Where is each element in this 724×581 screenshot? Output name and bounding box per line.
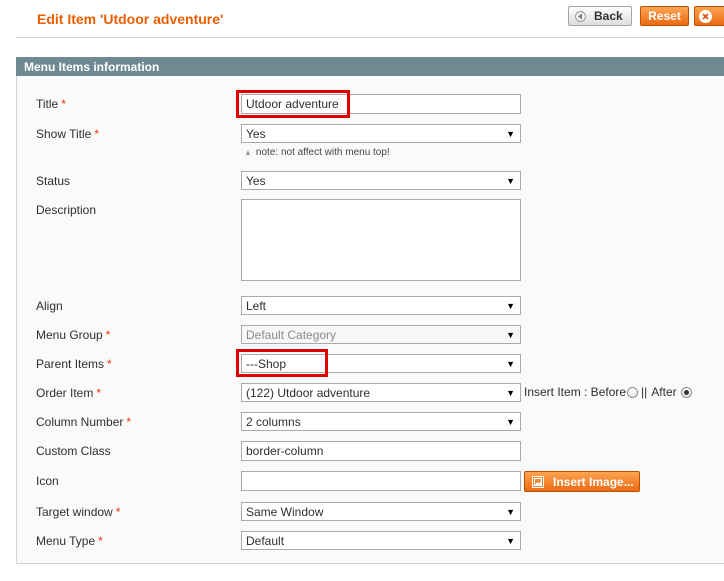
radio-selected-dot [683, 389, 689, 395]
insert-before-label: Insert Item : Before [524, 385, 627, 399]
dropdown-arrow-icon: ▼ [506, 387, 515, 398]
insert-item-position: Insert Item : Before || After [524, 385, 695, 399]
parent-items-label: Parent Items * [36, 357, 112, 371]
menu-group-select[interactable]: Default Category ▼ [241, 325, 521, 344]
insert-image-label: Insert Image... [553, 474, 634, 489]
required-mark: * [107, 357, 112, 371]
image-icon [532, 475, 544, 488]
order-item-value: (122) Utdoor adventure [246, 385, 371, 400]
description-textarea[interactable] [241, 199, 521, 281]
parent-items-select[interactable]: ---Shop ▼ [241, 354, 521, 373]
target-window-value: Same Window [246, 504, 324, 519]
insert-before-radio[interactable] [627, 386, 639, 398]
back-button[interactable]: Back [568, 6, 632, 26]
back-button-label: Back [594, 9, 623, 23]
menu-group-value: Default Category [246, 327, 337, 342]
back-arrow-icon [575, 10, 586, 22]
dropdown-arrow-icon: ▼ [506, 535, 515, 546]
dropdown-arrow-icon: ▼ [506, 300, 515, 311]
insert-after-radio[interactable] [680, 386, 692, 398]
required-mark: * [115, 505, 121, 519]
column-number-select[interactable]: 2 columns ▼ [241, 412, 521, 431]
delete-x-icon [699, 9, 712, 23]
icon-label: Icon [36, 474, 59, 488]
status-value: Yes [246, 173, 266, 188]
order-item-label: Order Item * [36, 386, 102, 400]
status-label: Status [36, 174, 71, 188]
required-mark: * [96, 386, 102, 400]
menu-type-select[interactable]: Default ▼ [241, 531, 521, 550]
required-mark: * [94, 127, 100, 141]
show-title-label: Show Title * [36, 127, 100, 141]
required-mark: * [126, 415, 132, 429]
target-window-label: Target window * [36, 505, 121, 519]
dropdown-arrow-icon: ▼ [506, 175, 515, 186]
align-value: Left [246, 298, 267, 313]
insert-separator: || [641, 385, 648, 399]
title-input[interactable]: Utdoor adventure [241, 94, 521, 114]
header-divider [16, 37, 724, 38]
dropdown-arrow-icon: ▼ [506, 128, 515, 139]
show-title-value: Yes [246, 126, 266, 141]
required-mark: * [98, 534, 103, 548]
order-item-select[interactable]: (122) Utdoor adventure ▼ [241, 383, 521, 402]
dropdown-arrow-icon: ▼ [506, 358, 515, 369]
dropdown-arrow-icon: ▼ [506, 506, 515, 517]
dropdown-arrow-icon: ▼ [506, 329, 515, 340]
align-label: Align [36, 299, 63, 313]
title-label: Title * [36, 97, 66, 111]
show-title-note-text: note: not affect with menu top! [255, 147, 390, 158]
page-title: Edit Item 'Utdoor adventure' [37, 11, 224, 27]
menu-group-label: Menu Group * [36, 328, 111, 342]
icon-input[interactable] [241, 471, 521, 491]
required-mark: * [105, 328, 111, 342]
target-window-select[interactable]: Same Window ▼ [241, 502, 521, 521]
insert-image-button[interactable]: Insert Image... [524, 471, 640, 492]
show-title-note: ▲ note: not affect with menu top! [244, 147, 390, 158]
triangle-up-icon: ▲ [244, 148, 252, 157]
column-number-value: 2 columns [246, 414, 301, 429]
section-header: Menu Items information [16, 57, 724, 76]
menu-type-label: Menu Type * [36, 534, 103, 548]
menu-type-value: Default [246, 533, 285, 548]
column-number-label: Column Number * [36, 415, 132, 429]
status-select[interactable]: Yes ▼ [241, 171, 521, 190]
dropdown-arrow-icon: ▼ [506, 416, 515, 427]
description-label: Description [36, 203, 97, 217]
parent-items-value: ---Shop [246, 356, 287, 371]
required-mark: * [61, 97, 66, 111]
reset-button[interactable]: Reset [640, 6, 689, 26]
show-title-select[interactable]: Yes ▼ [241, 124, 521, 143]
insert-after-label: After [651, 385, 677, 399]
align-select[interactable]: Left ▼ [241, 296, 521, 315]
custom-class-input[interactable]: border-column [241, 441, 521, 461]
delete-button[interactable] [694, 6, 724, 26]
custom-class-label: Custom Class [36, 444, 111, 458]
